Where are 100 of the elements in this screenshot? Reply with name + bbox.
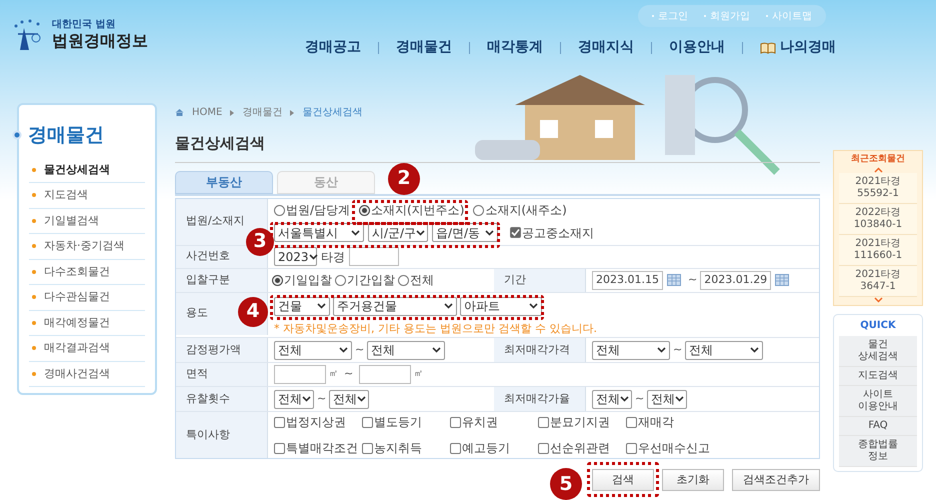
sidebar-menu-item[interactable]: 다수관심물건	[29, 285, 145, 310]
nav-link[interactable]: 경매공고	[305, 37, 361, 58]
radio-option[interactable]: 소재지(새주소)	[473, 201, 567, 219]
dropdown[interactable]: 전체	[274, 340, 352, 360]
nav-link[interactable]: 매각통계	[487, 37, 543, 58]
action-button[interactable]: 검색조건추가	[732, 469, 820, 492]
radio-button[interactable]	[473, 204, 484, 216]
date-input[interactable]: 2023.01.15	[592, 270, 663, 290]
action-button[interactable]: 검색	[592, 469, 654, 492]
arrow-right-icon	[230, 110, 234, 116]
checkmark-icon	[511, 228, 520, 237]
dropdown[interactable]: 주거용건물	[333, 296, 457, 316]
step-number-badge: 2	[388, 162, 420, 194]
radio-button[interactable]	[335, 274, 346, 286]
date-input[interactable]: 2023.01.29	[700, 270, 772, 290]
nav-link[interactable]: 나의경매	[760, 37, 836, 58]
input-field[interactable]	[274, 365, 326, 384]
input-field[interactable]	[359, 365, 412, 384]
dropdown[interactable]: 읍/면/동	[432, 223, 498, 242]
dropdown[interactable]: 전체	[592, 390, 632, 408]
checkbox-option[interactable]: 농지취득	[362, 439, 450, 457]
chevron-down-icon	[339, 347, 348, 353]
dropdown[interactable]: 서울특별시	[274, 223, 364, 242]
checkbox-option[interactable]: 선순위관련	[538, 439, 626, 457]
sidebar-menu-item[interactable]: 지도검색	[29, 183, 145, 208]
radio-option[interactable]: 전체	[398, 271, 434, 289]
category-tab[interactable]: 부동산	[175, 170, 273, 194]
sidebar-menu-item[interactable]: 매각결과검색	[29, 336, 145, 362]
checkbox-option[interactable]: 별도등기	[362, 413, 450, 431]
dropdown[interactable]: 건물	[274, 296, 330, 316]
sidebar-menu-item[interactable]: 매각예정물건	[29, 310, 145, 336]
recent-case-link[interactable]: 2022타경 103840-1	[839, 204, 917, 234]
nav-link[interactable]: 경매지식	[578, 37, 634, 58]
radio-option[interactable]: 기일입찰	[272, 271, 332, 289]
sidebar-menu-item[interactable]: 자동차·중기검색	[29, 234, 145, 260]
checkbox-option[interactable]: 재매각	[626, 413, 722, 431]
input-field[interactable]	[349, 247, 399, 266]
case-type-label: 타경	[321, 248, 345, 266]
chevron-down-icon	[657, 347, 666, 353]
page-title: 물건상세검색	[175, 132, 820, 162]
chevron-down-icon	[485, 230, 494, 236]
chevron-down-icon	[529, 303, 538, 309]
checkbox-option[interactable]: 분묘기지권	[538, 413, 626, 431]
dropdown[interactable]: 전체	[647, 390, 688, 408]
calendar-icon[interactable]	[666, 274, 681, 286]
row-label: 감정평가액	[176, 338, 268, 362]
sidebar-menu-item[interactable]: 기일별검색	[29, 208, 145, 234]
breadcrumb-link[interactable]: HOME	[192, 105, 222, 120]
calendar-icon[interactable]	[775, 274, 790, 286]
nav-link[interactable]: 경매물건	[396, 37, 452, 58]
usage-note: * 자동차및운송장비, 기타 용도는 법원으로만 검색할 수 있습니다.	[274, 320, 597, 336]
row-label: 최저매각가격	[494, 338, 586, 362]
recent-case-link[interactable]: 2021타경 3647-1	[839, 266, 917, 296]
chevron-down-icon	[317, 303, 326, 309]
recent-case-link[interactable]: 2021타경 55592-1	[839, 172, 917, 204]
unit-label: ㎡	[329, 368, 338, 381]
dropdown[interactable]: 2023	[274, 247, 317, 266]
quick-panel-title: QUICK	[860, 318, 896, 332]
checkbox-option[interactable]: 예고등기	[450, 439, 538, 457]
row-label: 면적	[176, 363, 268, 386]
row-label: 입찰구분	[176, 268, 268, 292]
quick-menu-link[interactable]: 지도검색	[839, 366, 917, 386]
nav-link[interactable]: 이용안내	[669, 37, 725, 58]
chevron-down-icon	[675, 396, 684, 402]
radio-button[interactable]	[274, 204, 285, 216]
quick-menu-link[interactable]: 종합법률 정보	[839, 436, 917, 466]
checkbox-option[interactable]: 법정지상권	[274, 413, 362, 431]
checkbox-option[interactable]: 공고중소재지	[510, 224, 594, 242]
recent-case-link[interactable]: 2021타경 111660-1	[839, 234, 917, 266]
tilde: ~	[673, 342, 682, 358]
sidebar-menu-item[interactable]: 경매사건검색	[29, 362, 145, 387]
checkbox-option[interactable]: 유치권	[450, 413, 538, 431]
radio-button[interactable]	[359, 204, 370, 216]
dropdown[interactable]: 전체	[592, 340, 670, 360]
radio-option[interactable]: 기간입찰	[335, 271, 395, 289]
action-button[interactable]: 초기화	[662, 469, 724, 492]
radio-button[interactable]	[398, 274, 409, 286]
checkbox-option[interactable]: 우선매수신고	[626, 439, 722, 457]
breadcrumb-link[interactable]: 경매물건	[242, 105, 282, 120]
dropdown[interactable]: 시/군/구	[368, 223, 428, 242]
dropdown[interactable]: 전체	[274, 390, 314, 408]
sidebar-menu-item[interactable]: 다수조회물건	[29, 260, 145, 285]
sidebar-menu-item[interactable]: 물건상세검색	[29, 158, 145, 183]
dropdown[interactable]: 아파트	[460, 296, 542, 316]
quick-menu-link[interactable]: FAQ	[839, 416, 917, 436]
book-icon	[760, 42, 776, 54]
checkbox-option[interactable]: 특별매각조건	[274, 439, 362, 457]
chevron-down-icon[interactable]	[874, 296, 882, 302]
dropdown[interactable]: 전체	[685, 340, 764, 360]
bullet-dot-icon	[12, 130, 22, 140]
quick-menu-link[interactable]: 물건 상세검색	[839, 336, 917, 366]
recent-panel-title: 최근조회물건	[851, 153, 905, 166]
dropdown[interactable]: 전체	[329, 390, 370, 408]
radio-option[interactable]: 소재지(지번주소)	[359, 201, 464, 219]
radio-option[interactable]: 법원/담당계	[274, 201, 350, 219]
chevron-up-icon[interactable]	[874, 166, 882, 172]
quick-menu-link[interactable]: 사이트 이용안내	[839, 386, 917, 416]
dropdown[interactable]: 전체	[367, 340, 446, 360]
radio-button[interactable]	[272, 274, 283, 286]
chevron-down-icon	[308, 254, 318, 260]
